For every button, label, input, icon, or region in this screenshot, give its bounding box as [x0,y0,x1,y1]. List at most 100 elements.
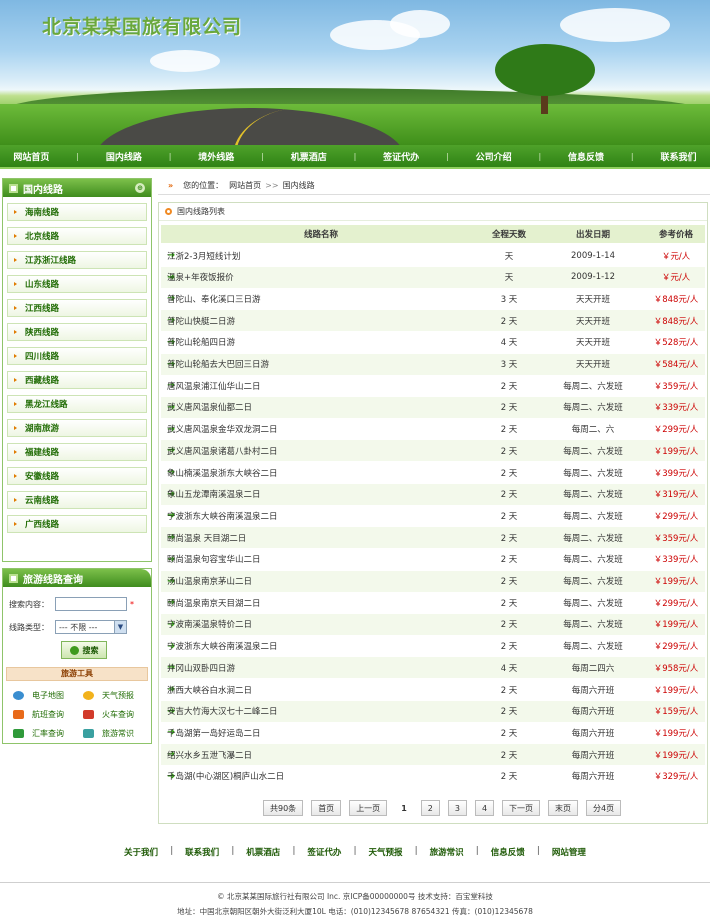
search-input[interactable] [55,597,127,611]
sidebar-item-heilongjiang[interactable]: 黑龙江线路 [7,395,147,413]
route-name[interactable]: 颐尚温泉南京天目湖二日 [167,592,261,613]
footer-visa[interactable]: 签证代办 [295,846,353,858]
footer-about[interactable]: 关于我们 [112,846,170,858]
sidebar-item-guangxi[interactable]: 广西线路 [7,515,147,533]
sidebar-item-tibet[interactable]: 西藏线路 [7,371,147,389]
route-name-cell[interactable]: ➜ 绍兴水乡五泄飞瀑二日 [167,744,473,765]
table-row[interactable]: ➜ 颐尚温泉南京天目湖二日 2 天 每周二、六发班 ￥299元/人 [161,592,705,614]
route-name-cell[interactable]: ➜ 颐尚温泉 天目湖二日 [167,527,473,548]
route-name-cell[interactable]: ➜ 颐尚温泉句容宝华山二日 [167,549,473,570]
route-name-cell[interactable]: ➜ 温泉+年夜饭报价 [167,267,473,288]
route-name-cell[interactable]: ➜ 安吉大竹海大汉七十二峰二日 [167,701,473,722]
footer-tickets-hotels[interactable]: 机票酒店 [234,846,292,858]
chevron-down-icon[interactable]: ▼ [114,621,126,633]
sidebar-item-shandong[interactable]: 山东线路 [7,275,147,293]
search-button[interactable]: 搜索 [61,641,107,659]
sidebar-item-fujian[interactable]: 福建线路 [7,443,147,461]
route-name[interactable]: 浙西大峡谷白水涧二日 [167,679,252,700]
nav-tickets-hotels[interactable]: 机票酒店 [291,150,327,163]
route-name-cell[interactable]: ➜ 武义唐风温泉仙都二日 [167,397,473,418]
route-name[interactable]: 颐尚温泉 天目湖二日 [167,527,246,548]
nav-feedback[interactable]: 信息反馈 [568,150,604,163]
route-name[interactable]: 武义唐风温泉诸葛八卦村二日 [167,440,278,461]
route-name-cell[interactable]: ➜ 武义唐风温泉诸葛八卦村二日 [167,440,473,461]
sidebar-item-beijing[interactable]: 北京线路 [7,227,147,245]
table-row[interactable]: ➜ 普陀山快艇二日游 2 天 天天开班 ￥848元/人 [161,310,705,332]
table-row[interactable]: ➜ 武义唐风温泉金华双龙洞二日 2 天 每周二、六 ￥299元/人 [161,418,705,440]
sidebar-item-anhui[interactable]: 安徽线路 [7,467,147,485]
sidebar-item-yunnan[interactable]: 云南线路 [7,491,147,509]
sidebar-item-hunan[interactable]: 湖南旅游 [7,419,147,437]
route-type-select[interactable]: --- 不限 --- ▼ [55,620,127,634]
tool-exchange-rate[interactable]: 汇率查询 [13,728,64,739]
route-name[interactable]: 普陀山、奉化溪口三日游 [167,288,261,309]
table-row[interactable]: ➜ 宁波浙东大峡谷南溪温泉二日 2 天 每周二、六发班 ￥299元/人 [161,505,705,527]
route-name[interactable]: 江浙2-3月短线计划 [167,245,240,266]
route-name[interactable]: 千岛湖第一岛好运岛二日 [167,722,261,743]
first-page-button[interactable]: 首页 [311,800,342,816]
footer-travel-tips[interactable]: 旅游常识 [418,846,476,858]
table-row[interactable]: ➜ 井冈山双卧四日游 4 天 每周二四六 ￥958元/人 [161,657,705,679]
route-name[interactable]: 象山楠溪温泉浙东大峡谷二日 [167,462,278,483]
route-name-cell[interactable]: ➜ 浙西大峡谷白水涧二日 [167,679,473,700]
tool-weather[interactable]: 天气预报 [83,690,134,701]
table-row[interactable]: ➜ 浙西大峡谷白水涧二日 2 天 每周六开班 ￥199元/人 [161,679,705,700]
route-name[interactable]: 千岛湖(中心湖区)桐庐山水二日 [167,766,284,787]
table-row[interactable]: ➜ 颐尚温泉 天目湖二日 2 天 每周二、六发班 ￥359元/人 [161,527,705,549]
route-name-cell[interactable]: ➜ 宁波浙东大峡谷南溪温泉二日 [167,505,473,526]
nav-overseas[interactable]: 境外线路 [198,150,234,163]
nav-domestic[interactable]: 国内线路 [106,150,142,163]
route-name[interactable]: 唐风温泉浦江仙华山二日 [167,375,261,396]
table-row[interactable]: ➜ 绍兴水乡五泄飞瀑二日 2 天 每周六开班 ￥199元/人 [161,744,705,766]
nav-visa[interactable]: 签证代办 [383,150,419,163]
site-logo[interactable]: 北京某某国旅有限公司 [42,12,242,39]
nav-about[interactable]: 公司介绍 [476,150,512,163]
next-page-button[interactable]: 下一页 [502,800,541,816]
page-2[interactable]: 2 [420,800,440,816]
table-row[interactable]: ➜ 象山楠溪温泉浙东大峡谷二日 2 天 每周二、六发班 ￥399元/人 [161,462,705,483]
route-name-cell[interactable]: ➜ 普陀山快艇二日游 [167,310,473,331]
table-row[interactable]: ➜ 江浙2-3月短线计划 天 2009-1-14 ￥元/人 [161,245,705,266]
table-row[interactable]: ➜ 宁波浙东大峡谷南溪温泉二日 2 天 每周二、六发班 ￥299元/人 [161,635,705,657]
route-name[interactable]: 颐尚温泉句容宝华山二日 [167,549,261,570]
sidebar-item-jiangsu-zhejiang[interactable]: 江苏浙江线路 [7,251,147,269]
footer-weather[interactable]: 天气预报 [357,846,415,858]
table-row[interactable]: ➜ 普陀山、奉化溪口三日游 3 天 天天开班 ￥848元/人 [161,288,705,310]
nav-contact[interactable]: 联系我们 [660,150,696,163]
table-row[interactable]: ➜ 温泉+年夜饭报价 天 2009-1-12 ￥元/人 [161,266,705,288]
sidebar-item-sichuan[interactable]: 四川线路 [7,347,147,365]
nav-home[interactable]: 网站首页 [13,150,49,163]
table-row[interactable]: ➜ 普陀山轮船四日游 4 天 天天开班 ￥528元/人 [161,331,705,353]
page-3[interactable]: 3 [447,800,467,816]
table-row[interactable]: ➜ 象山五龙潭南溪温泉二日 2 天 每周二、六发班 ￥319元/人 [161,483,705,505]
table-row[interactable]: ➜ 普陀山轮船去大巴回三日游 3 天 天天开班 ￥584元/人 [161,353,705,375]
route-name[interactable]: 绍兴水乡五泄飞瀑二日 [167,744,252,765]
route-name-cell[interactable]: ➜ 唐风温泉浦江仙华山二日 [167,375,473,396]
table-row[interactable]: ➜ 汤山温泉南京茅山二日 2 天 每周二、六发班 ￥199元/人 [161,570,705,592]
table-row[interactable]: ➜ 千岛湖(中心湖区)桐庐山水二日 2 天 每周六开班 ￥329元/人 [161,765,705,787]
table-row[interactable]: ➜ 宁波南溪温泉特价二日 2 天 每周二、六发班 ￥199元/人 [161,613,705,635]
breadcrumb-current[interactable]: 国内线路 [283,180,315,191]
route-name-cell[interactable]: ➜ 颐尚温泉南京天目湖二日 [167,592,473,613]
route-name[interactable]: 普陀山轮船四日游 [167,332,235,353]
route-name[interactable]: 象山五龙潭南溪温泉二日 [167,484,261,505]
footer-admin[interactable]: 网站管理 [540,846,598,858]
route-name-cell[interactable]: ➜ 普陀山、奉化溪口三日游 [167,288,473,309]
tool-flights[interactable]: 航班查询 [13,709,64,720]
tool-map[interactable]: 电子地图 [13,690,64,701]
route-name[interactable]: 井冈山双卧四日游 [167,657,235,678]
route-name-cell[interactable]: ➜ 武义唐风温泉金华双龙洞二日 [167,419,473,440]
route-name-cell[interactable]: ➜ 江浙2-3月短线计划 [167,245,473,266]
table-row[interactable]: ➜ 唐风温泉浦江仙华山二日 2 天 每周二、六发班 ￥359元/人 [161,375,705,397]
route-name-cell[interactable]: ➜ 象山五龙潭南溪温泉二日 [167,484,473,505]
footer-contact[interactable]: 联系我们 [173,846,231,858]
table-row[interactable]: ➜ 武义唐风温泉仙都二日 2 天 每周二、六发班 ￥339元/人 [161,396,705,418]
route-name[interactable]: 宁波浙东大峡谷南溪温泉二日 [167,636,278,657]
route-name[interactable]: 普陀山轮船去大巴回三日游 [167,354,269,375]
route-name[interactable]: 宁波南溪温泉特价二日 [167,614,252,635]
route-name[interactable]: 宁波浙东大峡谷南溪温泉二日 [167,505,278,526]
route-name-cell[interactable]: ➜ 普陀山轮船去大巴回三日游 [167,354,473,375]
route-name-cell[interactable]: ➜ 井冈山双卧四日游 [167,657,473,678]
last-page-button[interactable]: 末页 [548,800,579,816]
sidebar-item-shaanxi[interactable]: 陕西线路 [7,323,147,341]
